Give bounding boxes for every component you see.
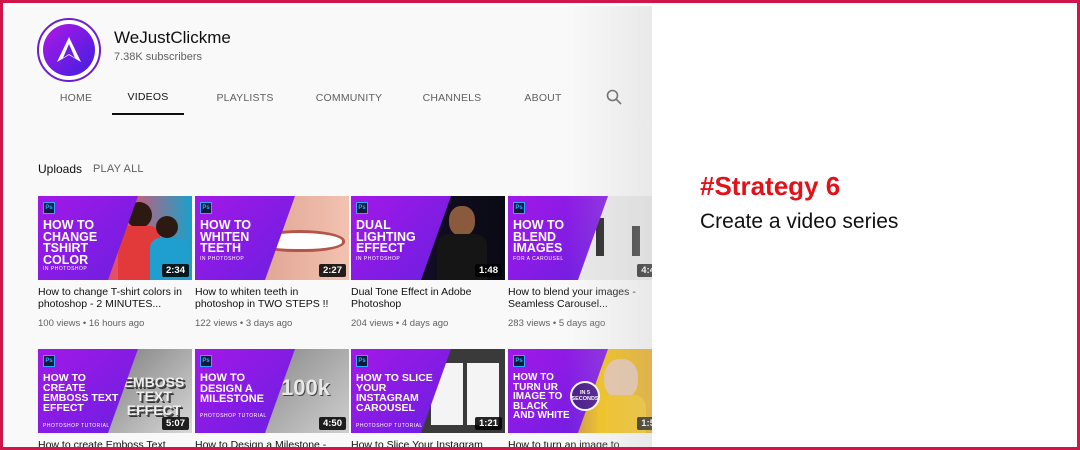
video-duration: 2:27 — [318, 264, 346, 277]
view-count: 122 views — [195, 318, 238, 329]
seconds-badge: IN 5 SECONDS — [570, 381, 600, 411]
video-card[interactable]: Ps How to slice your instagram carousel … — [351, 349, 505, 447]
thumbnail-text: How to change Tshirt color — [43, 218, 98, 267]
video-duration: 4:50 — [318, 417, 346, 430]
thumbnail-text: How to blend images — [513, 218, 565, 255]
view-count: 100 views — [38, 318, 81, 329]
slide-frame: WeJustClickme 7.38K subscribers HOME VID… — [0, 0, 1080, 450]
thumbnail-text: How to whiten teeth — [200, 218, 252, 255]
thumbnail-text: How to design a milestone — [200, 372, 264, 405]
video-meta: 204 views • 4 days ago — [351, 318, 449, 329]
play-all-button[interactable]: PLAY ALL — [93, 163, 144, 175]
thumbnail-subtext: IN PHOTOSHOP — [356, 256, 401, 262]
strategy-subtitle: Create a video series — [700, 210, 899, 233]
video-thumbnail[interactable]: Ps How to change Tshirt color IN PHOTOSH… — [38, 196, 192, 280]
ps-icon: Ps — [43, 355, 55, 367]
channel-avatar[interactable] — [37, 18, 101, 82]
channel-header: WeJustClickme 7.38K subscribers HOME VID… — [6, 6, 652, 115]
video-card[interactable]: 100k Ps How to design a milestone PHOTOS… — [195, 349, 349, 447]
video-duration: 5:07 — [161, 417, 189, 430]
tab-home[interactable]: HOME — [52, 81, 100, 115]
thumbnail-text: How to slice your instagram carousel — [356, 372, 433, 414]
video-meta: 100 views • 16 hours ago — [38, 318, 145, 329]
video-thumbnail[interactable]: Ps How to slice your instagram carousel … — [351, 349, 505, 433]
video-thumbnail[interactable]: Ps Dual lighting effect IN PHOTOSHOP 1:4… — [351, 196, 505, 280]
video-title[interactable]: How to turn an image to — [508, 439, 652, 447]
video-thumbnail[interactable]: 100k Ps How to design a milestone PHOTOS… — [195, 349, 349, 433]
video-title[interactable]: How to Design a Milestone - — [195, 439, 349, 447]
video-thumbnail[interactable]: Ps How to blend images FOR A CAROUSEL 4:… — [508, 196, 652, 280]
upload-age: 16 hours ago — [88, 318, 145, 329]
channel-logo-icon — [43, 24, 95, 76]
ps-icon: Ps — [200, 202, 212, 214]
tab-videos[interactable]: VIDEOS — [112, 81, 184, 115]
video-card[interactable]: Ps How to change Tshirt color IN PHOTOSH… — [38, 196, 192, 329]
person-figure — [449, 206, 475, 236]
video-duration: 1:21 — [474, 417, 502, 430]
thumbnail-subtext: PHOTOSHOP TUTORIAL — [200, 413, 267, 419]
ps-icon: Ps — [356, 355, 368, 367]
thumbnail-subtext: PHOTOSHOP TUTORIAL — [356, 423, 423, 429]
view-count: 283 views — [508, 318, 551, 329]
person-figure — [604, 359, 638, 399]
youtube-screenshot: WeJustClickme 7.38K subscribers HOME VID… — [6, 6, 652, 447]
channel-tabs: HOME VIDEOS PLAYLISTS COMMUNITY CHANNELS… — [6, 81, 652, 115]
upload-age: 4 days ago — [401, 318, 449, 329]
video-duration: 4:4 — [637, 264, 652, 277]
upload-age: 5 days ago — [558, 318, 606, 329]
search-icon[interactable] — [605, 88, 623, 106]
thumbnail-subtext: PHOTOSHOP TUTORIAL — [43, 423, 110, 429]
upload-age: 3 days ago — [245, 318, 293, 329]
ps-icon: Ps — [513, 355, 525, 367]
thumbnail-text: Dual lighting effect — [356, 218, 416, 255]
section-title: Uploads — [38, 162, 83, 176]
video-card[interactable]: Ps How to blend images FOR A CAROUSEL 4:… — [508, 196, 652, 329]
ps-icon: Ps — [356, 202, 368, 214]
tab-about[interactable]: ABOUT — [518, 81, 568, 115]
video-title[interactable]: How to create Emboss Text — [38, 439, 192, 447]
carousel-panel — [467, 363, 499, 425]
video-title[interactable]: Dual Tone Effect in Adobe Photoshop — [351, 286, 505, 310]
subscriber-count: 7.38K subscribers — [114, 51, 203, 63]
tab-community[interactable]: COMMUNITY — [311, 81, 387, 115]
ps-icon: Ps — [200, 355, 212, 367]
person-figure — [632, 226, 640, 256]
thumbnail-subtext: FOR A CAROUSEL — [513, 256, 564, 262]
video-meta: 122 views • 3 days ago — [195, 318, 293, 329]
ps-icon: Ps — [513, 202, 525, 214]
video-card[interactable]: IN 5 SECONDS Ps How to turn ur image to … — [508, 349, 652, 447]
view-count: 204 views — [351, 318, 394, 329]
video-title[interactable]: How to blend your images - Seamless Caro… — [508, 286, 652, 310]
emboss-art: EMBOSS TEXT EFFECT — [123, 374, 185, 418]
video-title[interactable]: How to whiten teeth in photoshop in TWO … — [195, 286, 349, 310]
video-thumbnail[interactable]: EMBOSS TEXT EFFECT Ps How to create embo… — [38, 349, 192, 433]
video-title[interactable]: How to change T-shirt colors in photosho… — [38, 286, 192, 310]
video-duration: 1:48 — [474, 264, 502, 277]
thumbnail-text: How to turn ur image to black and white — [513, 372, 570, 421]
thumbnail-subtext: IN PHOTOSHOP — [43, 266, 88, 272]
channel-name[interactable]: WeJustClickme — [114, 28, 231, 48]
video-thumbnail[interactable]: Ps How to whiten teeth IN PHOTOSHOP 2:27 — [195, 196, 349, 280]
strategy-heading: #Strategy 6 — [700, 171, 841, 201]
thumbnail-text: How to create emboss text effect — [43, 372, 119, 414]
video-duration: 1:5 — [637, 417, 652, 430]
tab-playlists[interactable]: PLAYLISTS — [212, 81, 278, 115]
video-duration: 2:34 — [161, 264, 189, 277]
milestone-art: 100k — [281, 375, 330, 400]
video-meta: 283 views • 5 days ago — [508, 318, 606, 329]
person-figure — [156, 216, 178, 238]
video-card[interactable]: Ps How to whiten teeth IN PHOTOSHOP 2:27… — [195, 196, 349, 329]
video-title[interactable]: How to Slice Your Instagram — [351, 439, 505, 447]
video-thumbnail[interactable]: IN 5 SECONDS Ps How to turn ur image to … — [508, 349, 652, 433]
thumbnail-subtext: IN PHOTOSHOP — [200, 256, 245, 262]
video-card[interactable]: Ps Dual lighting effect IN PHOTOSHOP 1:4… — [351, 196, 505, 329]
ps-icon: Ps — [43, 202, 55, 214]
tab-channels[interactable]: CHANNELS — [419, 81, 485, 115]
video-card[interactable]: EMBOSS TEXT EFFECT Ps How to create embo… — [38, 349, 192, 447]
